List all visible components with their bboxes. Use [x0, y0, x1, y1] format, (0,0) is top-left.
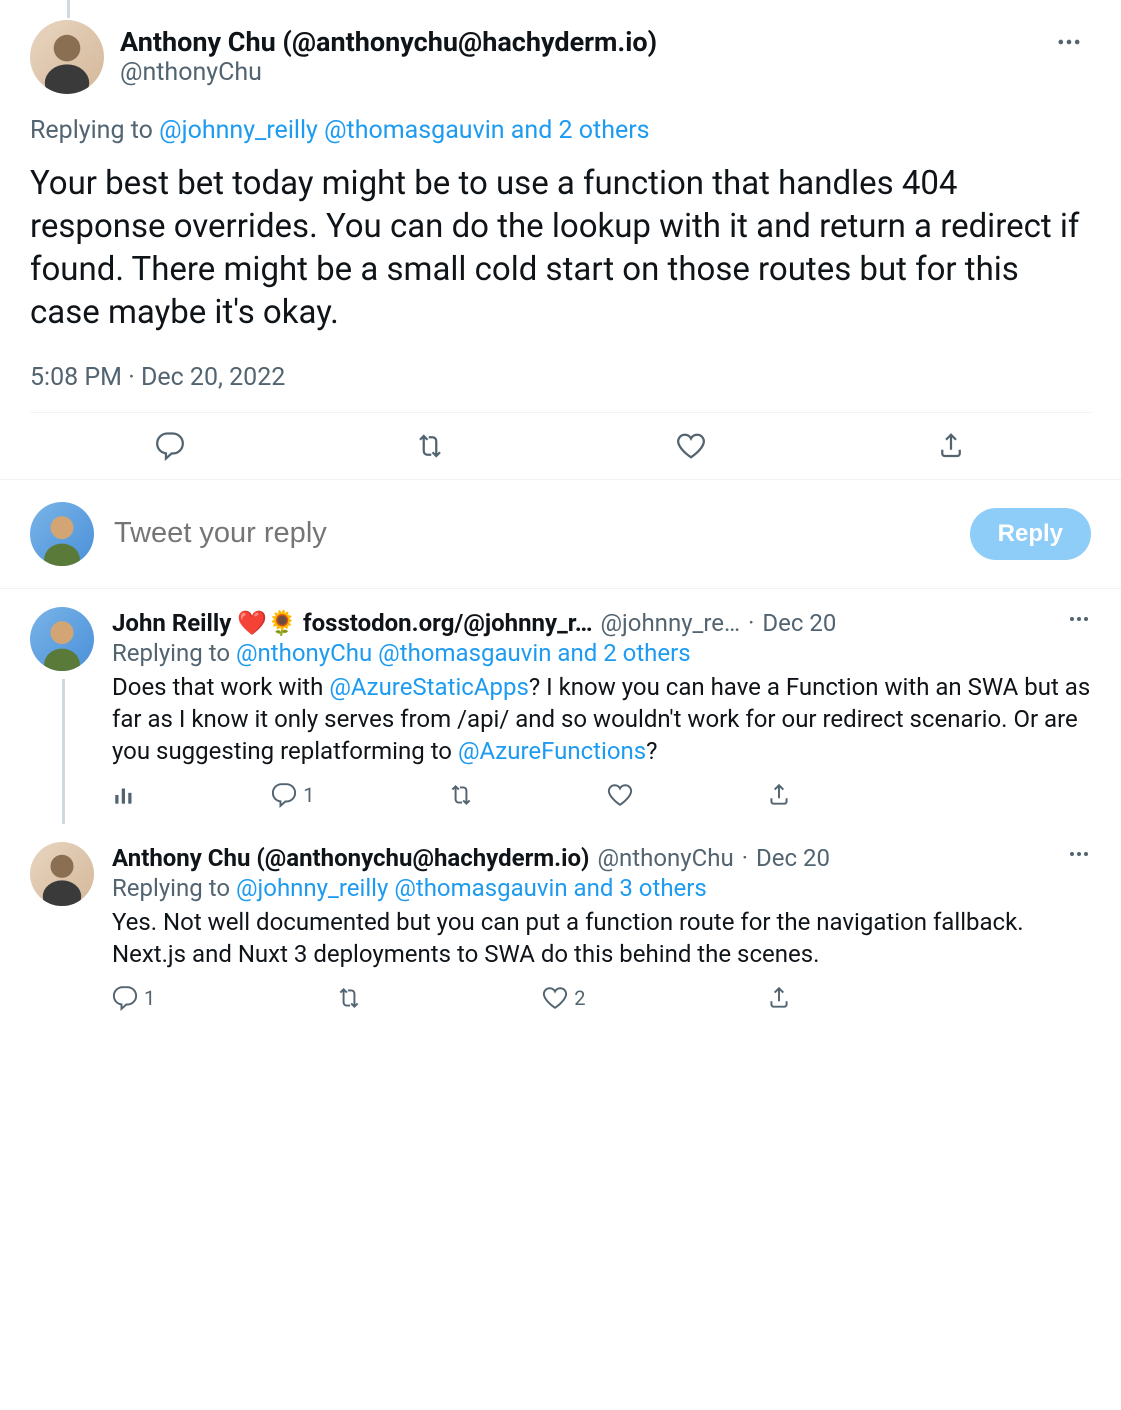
reply-input[interactable] — [114, 517, 950, 550]
avatar[interactable] — [30, 607, 94, 671]
author-handle[interactable]: @johnny_re… — [600, 609, 740, 637]
views-icon[interactable] — [112, 782, 138, 808]
tweet-text: Yes. Not well documented but you can put… — [112, 906, 1091, 971]
reply-icon[interactable]: 1 — [112, 985, 155, 1011]
mention-link[interactable]: @nthonyChu — [236, 639, 372, 667]
tweet-date[interactable]: Dec 20 — [762, 609, 836, 637]
author-name[interactable]: Anthony Chu (@anthonychu@hachyderm.io) — [112, 844, 589, 872]
share-icon[interactable] — [766, 782, 792, 808]
mention-link[interactable]: @thomasgauvin — [324, 116, 505, 145]
replying-to: Replying to @johnny_reilly @thomasgauvin… — [30, 116, 1091, 145]
like-icon[interactable] — [607, 782, 633, 808]
mention-link[interactable]: @thomasgauvin — [394, 874, 567, 902]
like-icon[interactable] — [676, 431, 706, 461]
share-icon[interactable] — [936, 431, 966, 461]
author-name[interactable]: Anthony Chu (@anthonychu@hachyderm.io) — [120, 26, 1031, 58]
tweet-date[interactable]: Dec 20 — [756, 844, 830, 872]
mention-link[interactable]: @AzureStaticApps — [329, 673, 529, 701]
avatar[interactable] — [30, 502, 94, 566]
reply-icon[interactable] — [155, 431, 185, 461]
mention-link[interactable]: @AzureFunctions — [458, 737, 646, 765]
replying-to: Replying to @johnny_reilly @thomasgauvin… — [112, 874, 1091, 902]
reply-button[interactable]: Reply — [970, 508, 1091, 560]
thread-line — [67, 0, 70, 18]
action-bar — [0, 413, 1121, 480]
like-icon[interactable]: 2 — [542, 985, 585, 1011]
retweet-icon[interactable] — [415, 431, 445, 461]
thread-line — [62, 679, 65, 824]
more-icon[interactable] — [1047, 20, 1091, 68]
mention-link[interactable]: @thomasgauvin — [378, 639, 551, 667]
more-icon[interactable] — [1067, 842, 1091, 870]
timestamp[interactable]: 5:08 PM · Dec 20, 2022 — [30, 363, 1091, 392]
tweet-text: Does that work with @AzureStaticApps? I … — [112, 671, 1091, 768]
retweet-icon[interactable] — [448, 782, 474, 808]
avatar[interactable] — [30, 20, 104, 94]
mention-link[interactable]: @johnny_reilly — [236, 874, 388, 902]
others-link[interactable]: and 3 others — [568, 874, 707, 902]
author-handle[interactable]: @nthonyChu — [120, 58, 1031, 87]
author-handle[interactable]: @nthonyChu — [597, 844, 733, 872]
author-name[interactable]: John Reilly ❤️🌻 fosstodon.org/@johnny_r… — [112, 609, 592, 637]
reply-icon[interactable]: 1 — [271, 782, 314, 808]
share-icon[interactable] — [766, 985, 792, 1011]
avatar[interactable] — [30, 842, 94, 906]
mention-link[interactable]: @johnny_reilly — [159, 116, 318, 145]
more-icon[interactable] — [1067, 607, 1091, 635]
tweet-text: Your best bet today might be to use a fu… — [30, 163, 1091, 335]
retweet-icon[interactable] — [336, 985, 362, 1011]
others-link[interactable]: and 2 others — [551, 639, 690, 667]
replying-to: Replying to @nthonyChu @thomasgauvin and… — [112, 639, 1091, 667]
others-link[interactable]: and 2 others — [505, 116, 650, 145]
